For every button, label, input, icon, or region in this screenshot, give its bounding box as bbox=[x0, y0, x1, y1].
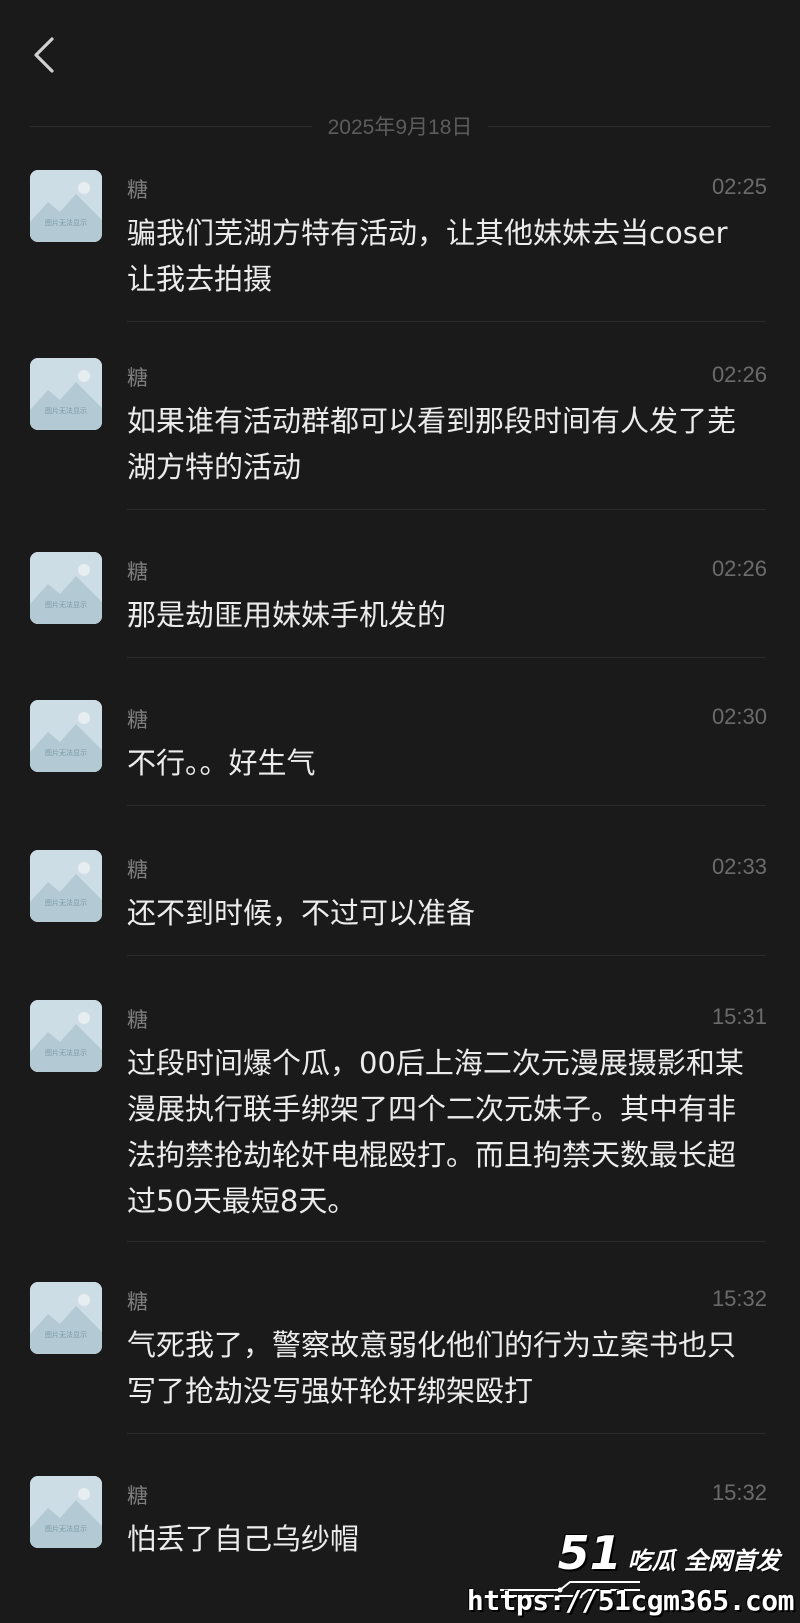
message-item[interactable]: 图片无法显示 糖 02:25 骗我们芜湖方特有活动，让其他妹妹去当coser让我… bbox=[0, 160, 800, 322]
sender-name: 糖 bbox=[127, 1484, 148, 1508]
message-time: 02:26 bbox=[711, 362, 767, 387]
date-divider: 2025年9月18日 bbox=[30, 108, 771, 144]
sender-name: 糖 bbox=[127, 366, 148, 390]
chevron-left-icon bbox=[34, 37, 54, 73]
watermark-logo: 51 吃瓜 全网首发 bbox=[558, 1526, 780, 1580]
chat-page: 2025年9月18日 图片无法显示 糖 02:25 骗我们芜湖方特有活动，让其他… bbox=[0, 0, 800, 1623]
back-button[interactable] bbox=[22, 30, 66, 80]
message-item[interactable]: 图片无法显示 糖 15:31 过段时间爆个瓜，00后上海二次元漫展摄影和某漫展执… bbox=[0, 990, 800, 1242]
message-time: 15:32 bbox=[711, 1480, 767, 1505]
avatar-caption: 图片无法显示 bbox=[45, 601, 87, 609]
divider-line-right bbox=[488, 125, 771, 127]
image-placeholder-icon bbox=[30, 170, 102, 242]
message-time: 02:25 bbox=[711, 174, 767, 199]
message-time: 02:30 bbox=[711, 704, 767, 729]
message-text: 还不到时候，不过可以准备 bbox=[127, 896, 476, 930]
avatar[interactable]: 图片无法显示 bbox=[30, 1476, 102, 1548]
image-placeholder-icon bbox=[30, 1282, 102, 1354]
message-text: 气死我了，警察故意弱化他们的行为立案书也只写了抢劫没写强奸轮奸绑架殴打 bbox=[127, 1328, 737, 1408]
message-text: 不行。。好生气 bbox=[127, 746, 316, 780]
message-item[interactable]: 图片无法显示 糖 02:26 如果谁有活动群都可以看到那段时间有人发了芜湖方特的… bbox=[0, 348, 800, 510]
image-placeholder-icon bbox=[30, 1476, 102, 1548]
sender-name: 糖 bbox=[127, 560, 148, 584]
divider-line-left bbox=[30, 125, 312, 127]
avatar[interactable]: 图片无法显示 bbox=[30, 850, 102, 922]
avatar[interactable]: 图片无法显示 bbox=[30, 170, 102, 242]
avatar-caption: 图片无法显示 bbox=[45, 1331, 87, 1339]
message-divider bbox=[127, 805, 766, 806]
site-watermark: 51 吃瓜 全网首发 https://51cgm365.com bbox=[467, 1518, 800, 1623]
message-time: 15:31 bbox=[711, 1004, 767, 1029]
avatar-caption: 图片无法显示 bbox=[45, 219, 87, 227]
message-item[interactable]: 图片无法显示 糖 02:26 那是劫匪用妹妹手机发的 bbox=[0, 542, 800, 658]
message-time: 15:32 bbox=[711, 1286, 767, 1311]
avatar-caption: 图片无法显示 bbox=[45, 749, 87, 757]
message-text: 骗我们芜湖方特有活动，让其他妹妹去当coser让我去拍摄 bbox=[127, 216, 728, 296]
sender-name: 糖 bbox=[127, 1290, 148, 1314]
image-placeholder-icon bbox=[30, 850, 102, 922]
avatar[interactable]: 图片无法显示 bbox=[30, 358, 102, 430]
image-placeholder-icon bbox=[30, 700, 102, 772]
avatar[interactable]: 图片无法显示 bbox=[30, 700, 102, 772]
message-text: 如果谁有活动群都可以看到那段时间有人发了芜湖方特的活动 bbox=[127, 404, 737, 484]
image-placeholder-icon bbox=[30, 552, 102, 624]
date-label: 2025年9月18日 bbox=[327, 116, 473, 139]
message-time: 02:26 bbox=[711, 556, 767, 581]
message-divider bbox=[127, 509, 766, 510]
message-divider bbox=[127, 1241, 766, 1242]
sender-name: 糖 bbox=[127, 708, 148, 732]
message-item[interactable]: 图片无法显示 糖 15:32 气死我了，警察故意弱化他们的行为立案书也只写了抢劫… bbox=[0, 1272, 800, 1434]
message-item[interactable]: 图片无法显示 糖 02:33 还不到时候，不过可以准备 bbox=[0, 840, 800, 956]
sender-name: 糖 bbox=[127, 858, 148, 882]
avatar-caption: 图片无法显示 bbox=[45, 1525, 87, 1533]
watermark-url: https://51cgm365.com bbox=[466, 1584, 795, 1617]
avatar[interactable]: 图片无法显示 bbox=[30, 1000, 102, 1072]
message-time: 02:33 bbox=[711, 854, 767, 879]
message-divider bbox=[127, 657, 766, 658]
image-placeholder-icon bbox=[30, 1000, 102, 1072]
avatar-caption: 图片无法显示 bbox=[45, 899, 87, 907]
message-divider bbox=[127, 955, 766, 956]
message-text: 那是劫匪用妹妹手机发的 bbox=[127, 598, 447, 632]
sender-name: 糖 bbox=[127, 1008, 148, 1032]
message-text: 过段时间爆个瓜，00后上海二次元漫展摄影和某漫展执行联手绑架了四个二次元妹子。其… bbox=[127, 1046, 744, 1218]
message-item[interactable]: 图片无法显示 糖 02:30 不行。。好生气 bbox=[0, 690, 800, 806]
avatar-caption: 图片无法显示 bbox=[45, 1049, 87, 1057]
watermark-logo-text: 吃瓜 全网首发 bbox=[627, 1547, 780, 1575]
avatar-caption: 图片无法显示 bbox=[45, 407, 87, 415]
sender-name: 糖 bbox=[127, 178, 148, 202]
watermark-logo-number: 51 bbox=[557, 1526, 622, 1580]
avatar[interactable]: 图片无法显示 bbox=[30, 1282, 102, 1354]
image-placeholder-icon bbox=[30, 358, 102, 430]
message-divider bbox=[127, 321, 766, 322]
avatar[interactable]: 图片无法显示 bbox=[30, 552, 102, 624]
message-divider bbox=[127, 1433, 766, 1434]
